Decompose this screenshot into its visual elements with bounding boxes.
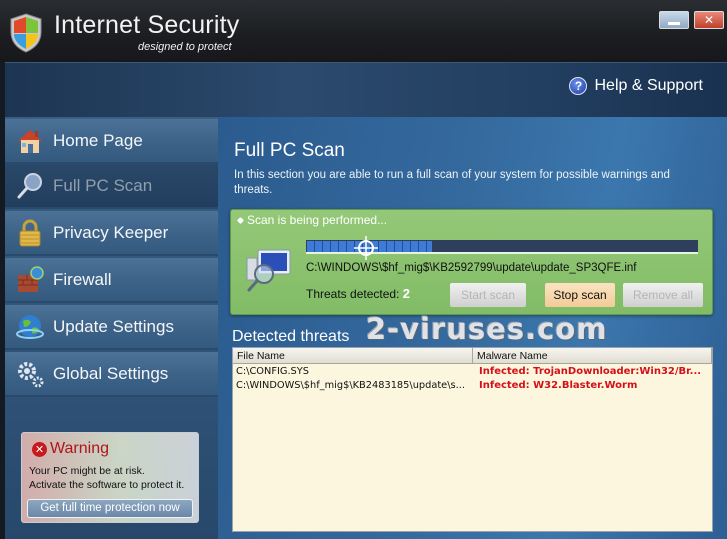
minimize-button[interactable] (659, 11, 689, 29)
start-scan-button[interactable]: Start scan (450, 283, 526, 307)
threats-detected-count: 2 (402, 286, 410, 301)
page-description: In this section you are able to run a fu… (234, 169, 670, 196)
malware-name-cell: Infected: TrojanDownloader:Win32/Br... (479, 366, 702, 377)
column-header-file-name[interactable]: File Name (233, 348, 473, 363)
sidebar-item-home-page[interactable]: Home Page (5, 119, 218, 164)
shield-logo-icon (10, 13, 42, 53)
table-header: File Name Malware Name (233, 348, 712, 364)
sidebar-item-update-settings[interactable]: Update Settings (5, 305, 218, 350)
app-title: Internet Security (54, 11, 240, 39)
close-button[interactable]: ✕ (694, 11, 724, 29)
sidebar-item-label: Privacy Keeper (53, 222, 169, 242)
header-band: ? Help & Support (5, 62, 727, 117)
table-row[interactable]: C:\CONFIG.SYS Infected: TrojanDownloader… (233, 365, 712, 378)
warning-title: ✕ Warning (32, 440, 109, 458)
scan-status-text: Scan is being performed... (247, 213, 388, 227)
magnifier-icon (15, 171, 45, 201)
scan-progress-bar (306, 236, 698, 260)
watermark: 2-viruses.com (366, 312, 608, 346)
help-support-link[interactable]: ? Help & Support (569, 77, 703, 95)
help-support-label: Help & Support (594, 77, 703, 94)
threats-detected-label: Threats detected: (306, 287, 400, 301)
sidebar-item-label: Home Page (53, 130, 143, 150)
sidebar-item-label: Full PC Scan (53, 175, 153, 195)
sidebar-item-privacy-keeper[interactable]: Privacy Keeper (5, 211, 218, 256)
warning-line-1: Your PC might be at risk. (29, 465, 145, 477)
sidebar-item-label: Firewall (53, 269, 112, 289)
title-bar: Internet Security designed to protect ✕ (0, 0, 727, 62)
sidebar-item-full-pc-scan[interactable]: Full PC Scan (5, 164, 218, 209)
stop-scan-button[interactable]: Stop scan (545, 283, 615, 307)
detected-threats-heading: Detected threats (232, 328, 350, 345)
table-row[interactable]: C:\WINDOWS\$hf_mig$\KB2483185\update\s..… (233, 379, 712, 392)
question-icon: ? (569, 77, 588, 95)
sidebar-item-label: Global Settings (53, 363, 169, 383)
warning-title-text: Warning (50, 440, 109, 457)
scan-panel: Scan is being performed... C:\WINDOWS\$h… (230, 209, 713, 315)
padlock-icon (15, 218, 45, 248)
threats-table: File Name Malware Name C:\CONFIG.SYS Inf… (232, 347, 713, 532)
column-header-malware-name[interactable]: Malware Name (473, 348, 712, 363)
brick-wall-globe-icon (15, 265, 45, 295)
app-subtitle: designed to protect (138, 41, 232, 53)
warning-line-2: Activate the software to protect it. (29, 479, 185, 491)
minimize-icon (668, 21, 680, 25)
gears-icon (15, 359, 45, 389)
error-icon: ✕ (32, 441, 47, 457)
monitor-scan-icon (246, 249, 291, 292)
crosshair-icon (354, 236, 379, 260)
sidebar-item-firewall[interactable]: Firewall (5, 258, 218, 303)
file-name-cell: C:\WINDOWS\$hf_mig$\KB2483185\update\s..… (236, 380, 465, 391)
warning-panel: ✕ Warning Your PC might be at risk. Acti… (21, 432, 199, 523)
sidebar-item-global-settings[interactable]: Global Settings (5, 352, 218, 397)
file-name-cell: C:\CONFIG.SYS (236, 366, 309, 377)
threats-detected: Threats detected: 2 (306, 286, 410, 301)
scan-status: Scan is being performed... (236, 213, 388, 227)
malware-name-cell: Infected: W32.Blaster.Worm (479, 380, 638, 391)
current-scan-file: C:\WINDOWS\$hf_mig$\KB2592799\update\upd… (306, 262, 637, 274)
main-panel: Full PC Scan In this section you are abl… (218, 117, 727, 539)
sidebar-item-label: Update Settings (53, 316, 174, 336)
remove-all-button[interactable]: Remove all (623, 283, 703, 307)
house-icon (15, 126, 45, 156)
status-bullet-icon (236, 216, 245, 224)
globe-icon (15, 312, 45, 342)
page-title: Full PC Scan (234, 140, 345, 161)
close-icon: ✕ (703, 13, 715, 27)
get-protection-button[interactable]: Get full time protection now (27, 499, 193, 518)
